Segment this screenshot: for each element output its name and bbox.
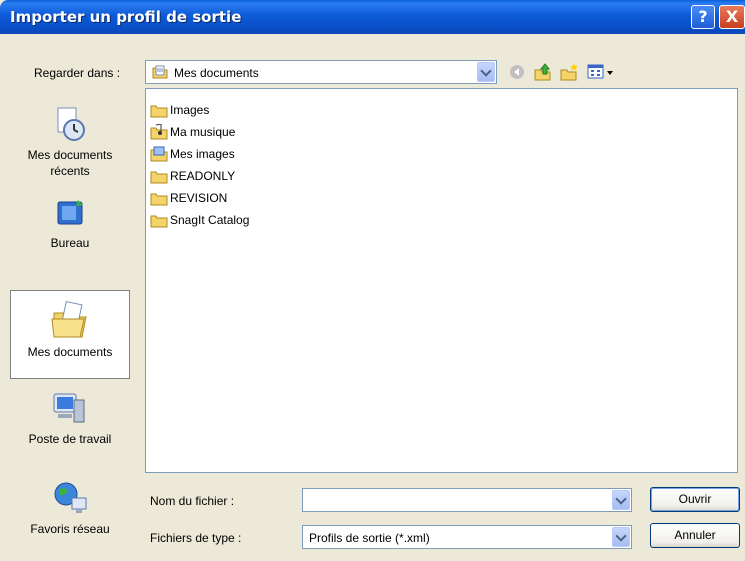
pictures-folder-icon bbox=[150, 146, 168, 162]
list-item[interactable]: SnagIt Catalog bbox=[150, 209, 249, 231]
chevron-down-icon[interactable] bbox=[612, 490, 630, 510]
file-name: SnagIt Catalog bbox=[170, 213, 250, 227]
file-name: Images bbox=[170, 103, 210, 117]
recent-documents-icon bbox=[57, 107, 85, 141]
music-folder-icon bbox=[150, 124, 168, 140]
place-network[interactable]: Favoris réseau bbox=[10, 478, 130, 554]
view-menu-icon[interactable] bbox=[586, 61, 616, 83]
folder-icon bbox=[150, 193, 168, 206]
up-folder-icon[interactable] bbox=[532, 61, 554, 83]
place-recent-documents[interactable]: Mes documents récents bbox=[10, 104, 130, 204]
folder-icon bbox=[150, 215, 168, 228]
list-item[interactable]: Images bbox=[150, 99, 209, 121]
place-label-desktop: Bureau bbox=[50, 236, 90, 250]
file-name: Ma musique bbox=[170, 125, 236, 139]
place-label-my-computer: Poste de travail bbox=[28, 432, 112, 446]
places-bar: Mes documents récents Bureau Mes documen… bbox=[10, 88, 137, 553]
list-item[interactable]: Ma musique bbox=[150, 121, 235, 143]
filename-input[interactable] bbox=[302, 488, 632, 512]
open-button[interactable]: Ouvrir bbox=[650, 487, 740, 512]
look-in-label: Regarder dans : bbox=[34, 66, 121, 80]
my-documents-icon bbox=[152, 65, 168, 79]
back-icon[interactable] bbox=[506, 61, 528, 83]
place-label-recent: Mes documents récents bbox=[27, 148, 113, 178]
close-button[interactable]: X bbox=[719, 5, 745, 29]
filetype-value: Profils de sortie (*.xml) bbox=[309, 531, 430, 545]
file-list[interactable]: Images Ma musique Mes images READONLY RE… bbox=[145, 88, 738, 473]
look-in-combo[interactable]: Mes documents bbox=[145, 60, 497, 84]
list-item[interactable]: READONLY bbox=[150, 165, 235, 187]
place-my-computer[interactable]: Poste de travail bbox=[10, 388, 130, 468]
window-title: Importer un profil de sortie bbox=[10, 8, 242, 26]
file-name: READONLY bbox=[170, 169, 236, 183]
cancel-button[interactable]: Annuler bbox=[650, 523, 740, 548]
file-name: Mes images bbox=[170, 147, 235, 161]
folder-icon bbox=[150, 105, 168, 118]
chevron-down-icon[interactable] bbox=[612, 527, 630, 547]
place-label-network: Favoris réseau bbox=[30, 522, 110, 536]
place-label-my-documents: Mes documents bbox=[27, 345, 113, 359]
filename-label: Nom du fichier : bbox=[150, 494, 235, 508]
my-documents-folder-icon bbox=[51, 300, 87, 338]
new-folder-icon[interactable] bbox=[558, 61, 580, 83]
title-bar: Importer un profil de sortie ? X bbox=[0, 0, 745, 34]
folder-icon bbox=[150, 171, 168, 184]
chevron-down-icon[interactable] bbox=[477, 62, 495, 82]
my-computer-icon bbox=[53, 393, 85, 423]
help-button[interactable]: ? bbox=[691, 5, 715, 29]
place-my-documents[interactable]: Mes documents bbox=[10, 290, 130, 379]
network-places-icon bbox=[54, 482, 87, 513]
filetype-label: Fichiers de type : bbox=[150, 531, 242, 545]
list-item[interactable]: REVISION bbox=[150, 187, 227, 209]
list-item[interactable]: Mes images bbox=[150, 143, 235, 165]
filetype-select[interactable]: Profils de sortie (*.xml) bbox=[302, 525, 632, 549]
look-in-value: Mes documents bbox=[174, 66, 259, 80]
desktop-icon bbox=[57, 200, 83, 225]
file-name: REVISION bbox=[170, 191, 228, 205]
place-desktop[interactable]: Bureau bbox=[10, 196, 130, 272]
